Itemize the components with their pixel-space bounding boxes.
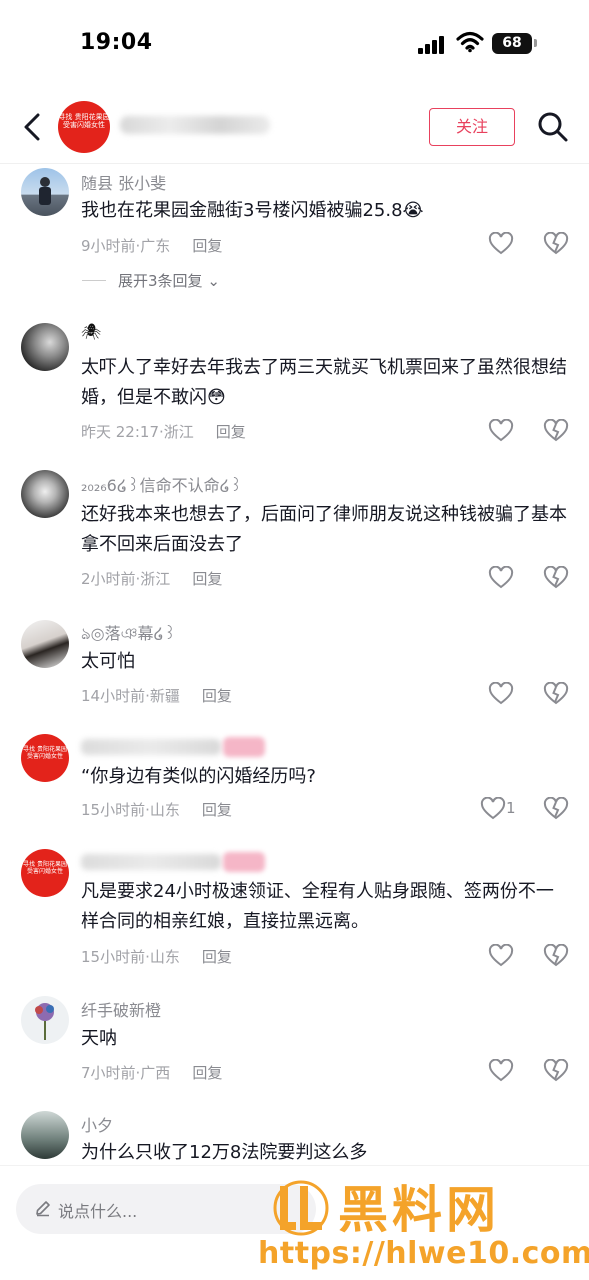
broken-heart-icon[interactable] — [543, 566, 569, 590]
watermark: 黑料网 https://hlwe10.com — [258, 1166, 589, 1280]
heart-outline-icon[interactable] — [480, 797, 506, 821]
author-avatar[interactable]: 寻找 贵阳花果园 受害闪婚女性 — [21, 734, 69, 782]
comment-item: 小夕 为什么只收了12万8法院要判这么多 — [0, 1108, 589, 1165]
comment-time: 15小时前·山东 — [81, 801, 180, 819]
comment-text: 太吓人了幸好去年我去了两三天就买飞机票回来了虽然很想结婚，但是不敢闪😳 — [81, 357, 567, 408]
comment-item: 🕷 太吓人了幸好去年我去了两三天就买飞机票回来了虽然很想结婚，但是不敢闪😳 昨天… — [0, 320, 589, 450]
comment-item: 随县 张小斐 我也在花果园金融街3号楼闪婚被骗25.8😭 9小时前·广东 回复 展… — [0, 165, 589, 305]
comment-text: 凡是要求24小时极速领证、全程有人贴身跟随、签两份不一样合同的相亲红娘，直接拉黑… — [81, 881, 554, 932]
author-tag-blurred — [223, 737, 265, 757]
comment-item: 纤手破新橙 天呐 7小时前·广西 回复 — [0, 993, 589, 1093]
comment-meta: 15小时前·山东 回复 — [81, 799, 232, 820]
reply-button[interactable]: 回复 — [192, 237, 222, 255]
heart-outline-icon[interactable] — [488, 682, 514, 706]
heart-outline-icon[interactable] — [488, 944, 514, 968]
broken-heart-icon[interactable] — [543, 232, 569, 256]
comment-meta: 9小时前·广东 回复 — [81, 235, 222, 256]
reply-button[interactable]: 回复 — [192, 1064, 222, 1082]
watermark-logo — [273, 1180, 329, 1236]
follow-button[interactable]: 关注 — [429, 108, 515, 146]
comment-time: 14小时前·新疆 — [81, 687, 180, 705]
comment-meta: 14小时前·新疆 回复 — [81, 685, 232, 706]
avatar[interactable] — [21, 323, 69, 371]
avatar[interactable] — [21, 168, 69, 216]
heart-outline-icon[interactable] — [488, 419, 514, 443]
comment-item: 寻找 贵阳花果园 受害闪婚女性 “你身边有类似的闪婚经历吗? 15小时前·山东 回… — [0, 731, 589, 831]
comment-author[interactable]: ঌ◎落ঞ幕໒꒱ — [81, 620, 176, 648]
input-placeholder: 说点什么... — [58, 1202, 138, 1221]
search-icon[interactable] — [536, 110, 570, 144]
battery-tip — [534, 39, 537, 47]
comment-text: 我也在花果园金融街3号楼闪婚被骗25.8😭 — [81, 200, 424, 221]
heart-outline-icon[interactable] — [488, 566, 514, 590]
comment-author[interactable]: ₂₀₂₆6໒꒱信命不认命໒꒱ — [81, 472, 242, 496]
comment-time: 15小时前·山东 — [81, 948, 180, 966]
expand-divider — [82, 280, 106, 281]
broken-heart-icon[interactable] — [543, 1059, 569, 1083]
status-time: 19:04 — [80, 30, 153, 55]
comment-meta: 7小时前·广西 回复 — [81, 1062, 222, 1083]
comment-text: 太可怕 — [81, 651, 135, 672]
comment-time: 2小时前·浙江 — [81, 570, 171, 588]
reply-button[interactable]: 回复 — [192, 570, 222, 588]
broken-heart-icon[interactable] — [543, 797, 569, 821]
heart-outline-icon[interactable] — [488, 232, 514, 256]
comment-item: 寻找 贵阳花果园 受害闪婚女性 凡是要求24小时极速领证、全程有人贴身跟随、签两… — [0, 846, 589, 976]
expand-replies-label: 展开3条回复 — [118, 272, 203, 290]
author-avatar[interactable]: 寻找 贵阳花果园 受害闪婚女性 — [21, 849, 69, 897]
comment-time: 9小时前·广东 — [81, 237, 171, 255]
battery-indicator: 68 — [492, 33, 532, 54]
comment-meta: 昨天 22:17·浙江 回复 — [81, 421, 246, 442]
avatar[interactable] — [21, 470, 69, 518]
reply-button[interactable]: 回复 — [202, 948, 232, 966]
comment-text: 天呐 — [81, 1028, 117, 1049]
reply-button[interactable]: 回复 — [216, 423, 246, 441]
comment-text: 还好我本来也想去了，后面问了律师朋友说这种钱被骗了基本拿不回来后面没去了 — [81, 504, 567, 555]
pen-icon — [36, 1201, 50, 1217]
wifi-icon — [456, 31, 484, 53]
heart-outline-icon[interactable] — [488, 1059, 514, 1083]
comment-time: 昨天 22:17·浙江 — [81, 423, 194, 441]
comment-text: “你身边有类似的闪婚经历吗? — [81, 766, 316, 787]
avatar[interactable] — [21, 1111, 69, 1159]
broken-heart-icon[interactable] — [543, 682, 569, 706]
avatar[interactable] — [21, 996, 69, 1044]
top-nav-bar: 寻找 贵阳花果园 受害闪婚女性 关注 — [0, 90, 589, 164]
watermark-url: https://hlwe10.com — [258, 1236, 589, 1271]
comment-meta: 15小时前·山东 回复 — [81, 946, 232, 967]
comment-item: ₂₀₂₆6໒꒱信命不认命໒꒱ 还好我本来也想去了，后面问了律师朋友说这种钱被骗了… — [0, 467, 589, 597]
comment-meta: 2小时前·浙江 回复 — [81, 568, 222, 589]
cellular-signal-icon — [418, 34, 446, 54]
author-name-blurred — [81, 739, 221, 755]
chevron-down-icon: ⌄ — [207, 272, 220, 290]
broken-heart-icon[interactable] — [543, 419, 569, 443]
comment-author[interactable]: 随县 张小斐 — [81, 170, 166, 194]
status-bar: 19:04 68 — [0, 0, 589, 90]
comment-text: 为什么只收了12万8法院要判这么多 — [81, 1142, 368, 1163]
reply-button[interactable]: 回复 — [202, 801, 232, 819]
comment-item: ঌ◎落ঞ幕໒꒱ 太可怕 14小时前·新疆 回复 — [0, 617, 589, 717]
author-tag-blurred — [223, 852, 265, 872]
reply-button[interactable]: 回复 — [202, 687, 232, 705]
watermark-title: 黑料网 — [338, 1181, 500, 1239]
comment-author[interactable]: 纤手破新橙 — [81, 997, 161, 1021]
comment-time: 7小时前·广西 — [81, 1064, 171, 1082]
comment-author[interactable]: 小夕 — [81, 1112, 113, 1136]
chevron-left-icon[interactable] — [18, 110, 48, 144]
author-name-blurred — [120, 116, 270, 134]
expand-replies-button[interactable]: 展开3条回复 ⌄ — [118, 270, 220, 291]
comment-input-bar: 说点什么... 黑料网 https://hlwe10.com — [0, 1165, 589, 1280]
comment-author[interactable]: 🕷 — [81, 322, 101, 341]
like-count: 1 — [506, 799, 516, 817]
author-avatar[interactable]: 寻找 贵阳花果园 受害闪婚女性 — [58, 101, 110, 153]
author-name-blurred — [81, 854, 221, 870]
avatar[interactable] — [21, 620, 69, 668]
broken-heart-icon[interactable] — [543, 944, 569, 968]
